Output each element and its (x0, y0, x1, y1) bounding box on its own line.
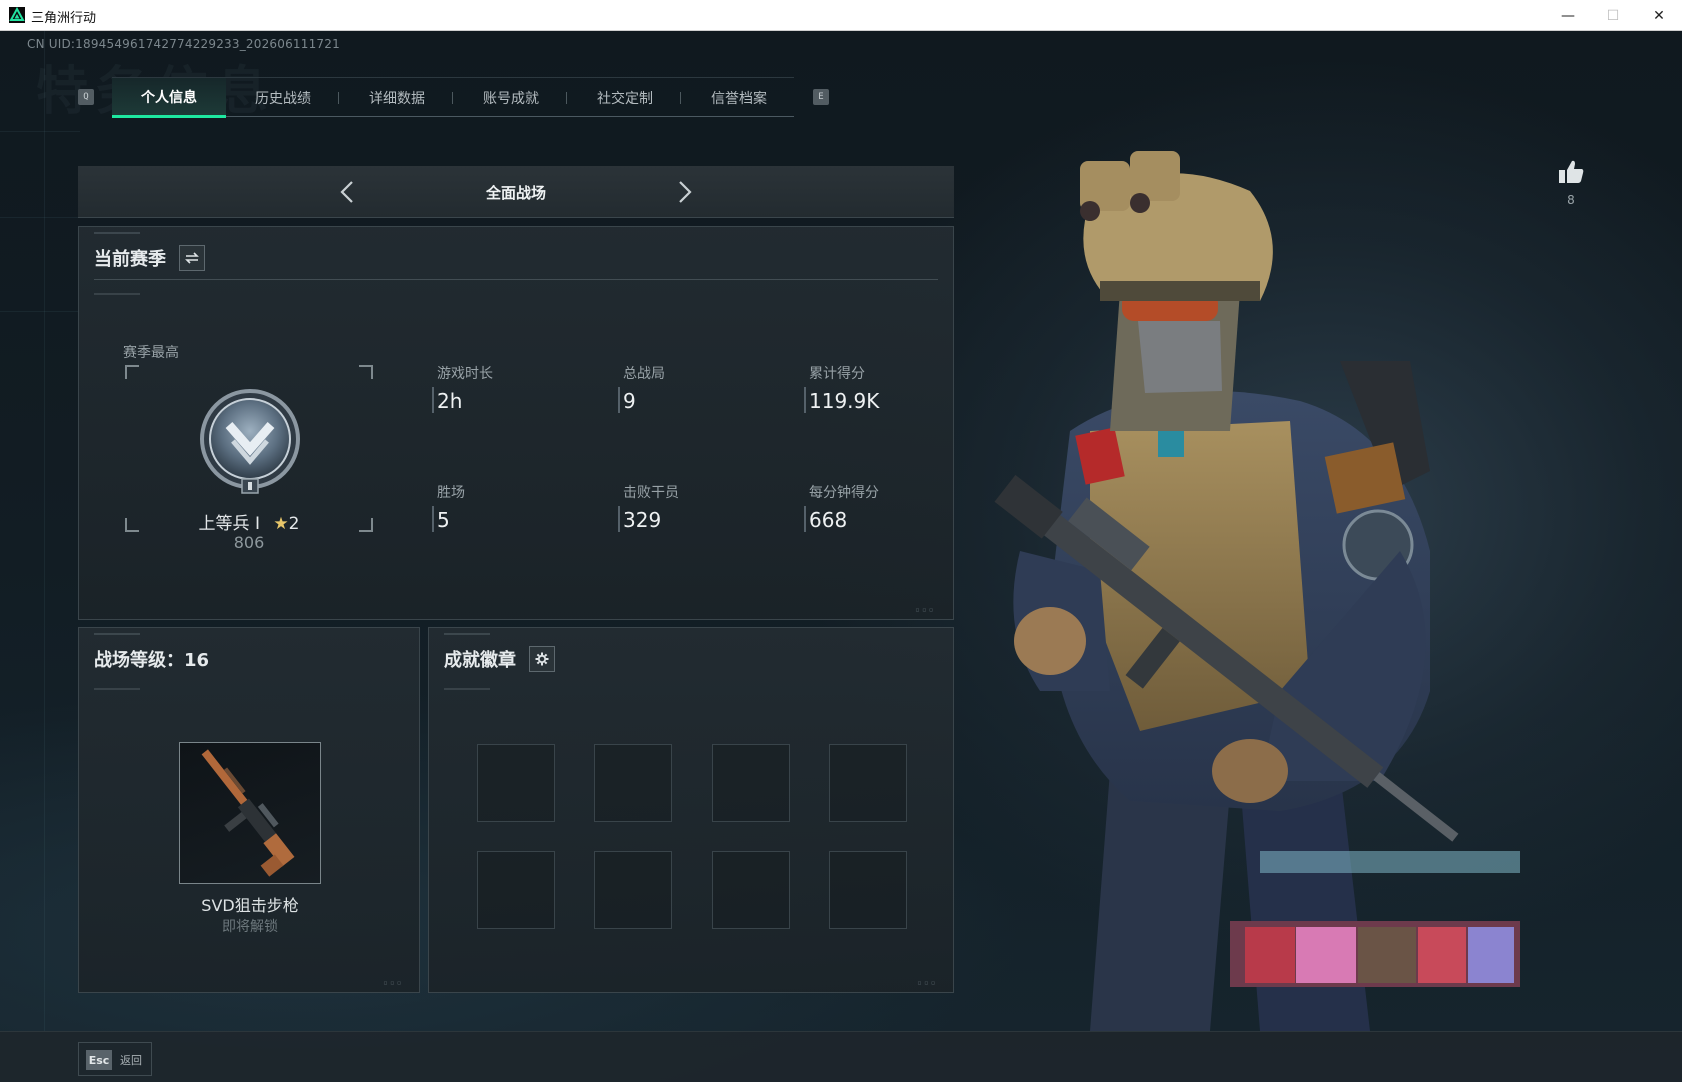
badge-slot[interactable] (829, 744, 907, 822)
stat-accent-bar (804, 506, 806, 532)
panel-tag-line (94, 232, 140, 234)
maximize-button[interactable]: ☐ (1590, 0, 1636, 31)
back-label[interactable]: 返回 (120, 1052, 142, 1068)
tab-personal-info[interactable]: 个人信息 (112, 78, 226, 118)
panel-corner-dots: ▫▫▫ (917, 978, 938, 987)
rank-score: 806 (233, 533, 265, 552)
next-tab-key-hint[interactable]: E (813, 89, 829, 105)
minimize-button[interactable]: — (1545, 0, 1591, 31)
chevron-right-icon[interactable] (670, 178, 698, 206)
app-logo-icon (9, 7, 25, 23)
stat-accent-bar (804, 387, 806, 413)
uid-text: CN UID:189454961742774229233_20260611172… (27, 37, 340, 51)
grid-line (0, 311, 80, 312)
window-title: 三角洲行动 (31, 11, 97, 26)
panel-sub-line (94, 293, 140, 295)
tab-social-customization[interactable]: 社交定制 (568, 78, 682, 118)
weapon-thumbnail[interactable] (179, 742, 321, 884)
close-button[interactable]: ✕ (1636, 0, 1682, 31)
prev-tab-key-hint[interactable]: Q (78, 89, 94, 105)
battlefield-level-title: 战场等级：16 (94, 650, 210, 671)
stat-value: 2h (437, 389, 463, 413)
badge-slot[interactable] (477, 744, 555, 822)
panel-corner-dots: ▫▫▫ (383, 978, 404, 987)
badge-slot[interactable] (477, 851, 555, 929)
battlefield-level-panel: 战场等级：16 SVD狙击步枪 即将解锁 ▫▫▫ (78, 627, 420, 993)
tab-match-history[interactable]: 历史战绩 (226, 78, 340, 118)
panel-sub-line (94, 688, 140, 690)
weapon-name: SVD狙击步枪 (201, 896, 299, 915)
stat-value: 9 (623, 389, 636, 413)
season-best-label: 赛季最高 (123, 345, 179, 361)
stat-label: 击败干员 (623, 485, 679, 501)
badge-slot[interactable] (594, 851, 672, 929)
stat-label: 胜场 (437, 485, 465, 501)
stat-value: 119.9K (809, 389, 880, 413)
frame-corner (125, 365, 139, 379)
stat-accent-bar (618, 387, 620, 413)
gear-icon[interactable] (529, 646, 555, 672)
bottom-bar: Esc 返回 (0, 1031, 1682, 1082)
badge-slot[interactable] (829, 851, 907, 929)
grid-line (0, 217, 80, 218)
operator-character-image[interactable] (960, 131, 1520, 1031)
grid-line (44, 31, 45, 1031)
stat-value: 329 (623, 508, 662, 532)
tab-bar: 个人信息 历史战绩 详细数据 账号成就 社交定制 信誉档案 (112, 77, 796, 118)
rank-emblem-icon (200, 389, 300, 494)
stat-accent-bar (432, 387, 434, 413)
stat-accent-bar (618, 506, 620, 532)
stat-value: 5 (437, 508, 450, 532)
achievement-badges-title: 成就徽章 (444, 650, 516, 671)
season-panel: 当前赛季 赛季最高 上等兵 I ★2 806 游戏时长 2h 总战局 9 累计得… (78, 226, 954, 620)
weapon-status: 即将解锁 (222, 919, 278, 935)
stat-accent-bar (432, 506, 434, 532)
frame-corner (359, 365, 373, 379)
stat-label: 每分钟得分 (809, 485, 879, 501)
badge-slot[interactable] (594, 744, 672, 822)
achievement-badges-panel: 成就徽章 ▫▫▫ (428, 627, 954, 993)
like-count: 8 (1567, 193, 1575, 207)
season-panel-title: 当前赛季 (94, 249, 166, 270)
rank-stars: 2 (288, 514, 300, 534)
mode-selector: 全面战场 (78, 166, 954, 218)
badge-slot[interactable] (712, 851, 790, 929)
svd-rifle-icon (201, 749, 295, 877)
panel-tag-line (444, 633, 490, 635)
stat-label: 游戏时长 (437, 366, 493, 382)
mode-label: 全面战场 (485, 184, 546, 202)
grid-line (0, 131, 80, 132)
star-icon: ★ (273, 514, 289, 534)
panel-sub-line (444, 688, 490, 690)
stat-label: 总战局 (623, 366, 665, 382)
game-viewport: 特务信息 CN UID:189454961742774229233_202606… (0, 31, 1682, 1082)
tab-reputation-file[interactable]: 信誉档案 (682, 78, 796, 118)
window-titlebar: 三角洲行动 — ☐ ✕ (0, 0, 1682, 31)
rank-title: 上等兵 I ★2 (79, 509, 419, 534)
tab-achievements[interactable]: 账号成就 (454, 78, 568, 118)
rank-name: 上等兵 I (198, 514, 260, 534)
esc-key-hint[interactable]: Esc (86, 1050, 112, 1070)
thumbs-up-icon[interactable] (1557, 159, 1585, 185)
divider (94, 279, 938, 280)
stat-value: 668 (809, 508, 848, 532)
like-area[interactable]: 8 (1554, 159, 1588, 207)
swap-icon[interactable] (179, 245, 205, 271)
badge-slot[interactable] (712, 744, 790, 822)
panel-tag-line (94, 633, 140, 635)
tab-detailed-data[interactable]: 详细数据 (340, 78, 454, 118)
panel-corner-dots: ▫▫▫ (915, 605, 936, 614)
stat-label: 累计得分 (809, 366, 865, 382)
